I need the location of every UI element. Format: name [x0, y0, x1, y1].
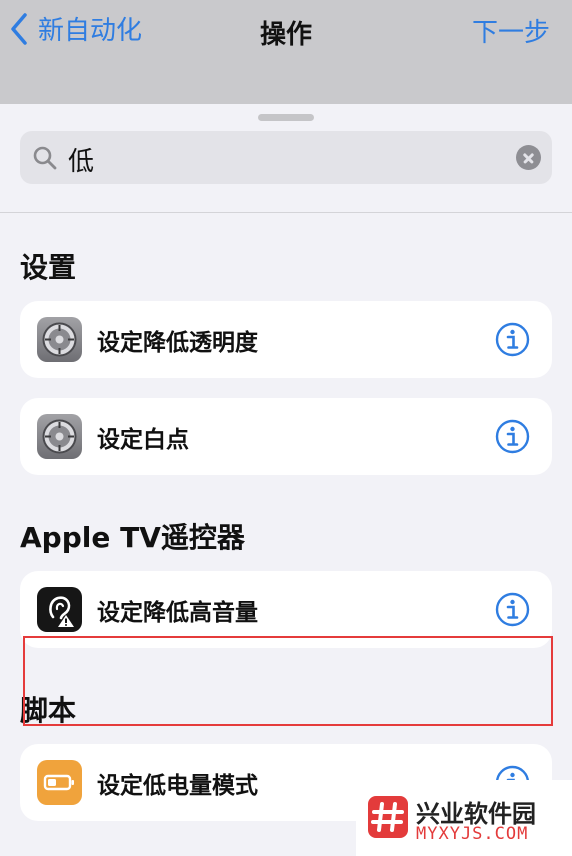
- divider: [0, 212, 572, 213]
- info-icon[interactable]: [495, 419, 530, 454]
- action-row-white-point[interactable]: 设定白点: [20, 398, 552, 475]
- watermark-logo: [368, 796, 408, 838]
- settings-gear-icon: [37, 414, 82, 459]
- search-field[interactable]: 低: [20, 131, 552, 184]
- action-label: 设定低电量模式: [97, 773, 258, 799]
- action-label: 设定降低透明度: [97, 330, 258, 356]
- settings-gear-icon: [37, 317, 82, 362]
- navigation-bar: 新自动化 操作 下一步: [0, 0, 572, 104]
- section-title-settings: 设置: [20, 251, 77, 284]
- sheet-grabber[interactable]: [258, 114, 314, 121]
- clear-search-icon[interactable]: [516, 145, 541, 170]
- next-button[interactable]: 下一步: [472, 12, 550, 49]
- action-row-reduce-transparency[interactable]: 设定降低透明度: [20, 301, 552, 378]
- hearing-ear-icon: [37, 587, 82, 632]
- watermark-subtitle: MYXYJS.COM: [416, 824, 529, 844]
- search-icon: [33, 146, 57, 170]
- info-icon[interactable]: [495, 592, 530, 627]
- section-title-apple-tv-remote: Apple TV遥控器: [20, 521, 245, 554]
- info-icon[interactable]: [495, 322, 530, 357]
- highlight-box: [23, 636, 553, 726]
- action-label: 设定降低高音量: [97, 600, 258, 626]
- action-label: 设定白点: [97, 427, 189, 453]
- search-input[interactable]: 低: [68, 141, 94, 178]
- low-battery-icon: [37, 760, 82, 805]
- action-sheet: 低 设置 设定降低透明度 设定白点 Apple TV遥控器 设定降低高音量 脚本…: [0, 104, 572, 856]
- watermark: 兴业软件园 MYXYJS.COM: [356, 780, 572, 856]
